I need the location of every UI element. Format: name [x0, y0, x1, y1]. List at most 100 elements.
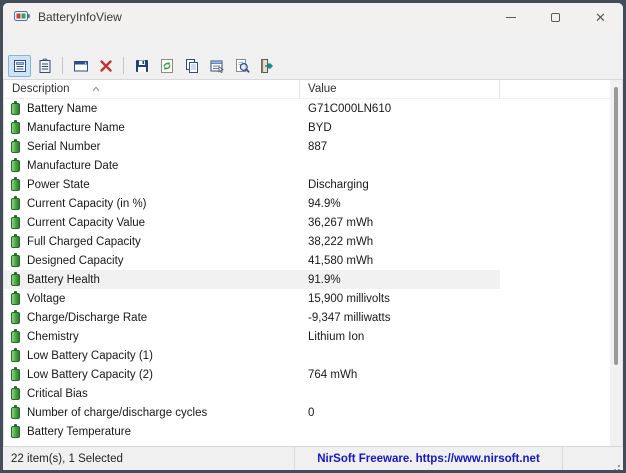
table-row[interactable]: Voltage 15,900 millivolts	[4, 289, 622, 308]
menu-item[interactable]	[77, 40, 95, 44]
description-cell: Voltage	[4, 289, 300, 308]
advanced-options-button[interactable]	[69, 55, 92, 77]
row-description: Battery Temperature	[27, 426, 131, 438]
battery-info-view-button[interactable]	[8, 55, 31, 77]
advanced-options-icon	[73, 58, 89, 74]
menu-item[interactable]	[41, 40, 59, 44]
description-cell: Charge/Discharge Rate	[4, 308, 300, 327]
copy-button[interactable]	[180, 55, 203, 77]
status-items-pane: 22 item(s), 1 Selected	[3, 447, 295, 470]
row-value: 41,580 mWh	[308, 255, 373, 267]
table-row[interactable]: Low Battery Capacity (1)	[4, 346, 622, 365]
toolbar-separator	[62, 57, 63, 74]
table-row[interactable]: Charge/Discharge Rate -9,347 milliwatts	[4, 308, 622, 327]
battery-icon	[11, 160, 20, 172]
save-icon	[134, 58, 150, 74]
value-cell	[300, 422, 500, 441]
table-row[interactable]: Manufacture Date	[4, 156, 622, 175]
battery-icon	[11, 103, 20, 115]
close-button[interactable]: ✕	[578, 3, 623, 31]
table-row[interactable]: Battery Name G71C000LN610	[4, 99, 622, 118]
delete-icon	[98, 58, 114, 74]
battery-icon	[11, 217, 20, 229]
description-cell: Designed Capacity	[4, 251, 300, 270]
resize-grip-icon[interactable]	[618, 465, 620, 467]
table-row[interactable]: Number of charge/discharge cycles 0	[4, 403, 622, 422]
battery-log-view-button[interactable]	[33, 55, 56, 77]
row-description: Current Capacity (in %)	[27, 198, 147, 210]
description-cell: Critical Bias	[4, 384, 300, 403]
minimize-button[interactable]	[488, 3, 533, 31]
column-header-value[interactable]: Value	[300, 80, 500, 98]
table-row[interactable]: Full Charged Capacity 38,222 mWh	[4, 232, 622, 251]
menu-item[interactable]	[23, 40, 41, 44]
menu-item[interactable]	[5, 40, 23, 44]
exit-button[interactable]	[255, 55, 278, 77]
delete-button[interactable]	[94, 55, 117, 77]
row-description: Serial Number	[27, 141, 101, 153]
description-cell: Battery Name	[4, 99, 300, 118]
row-value: 38,222 mWh	[308, 236, 373, 248]
table-row[interactable]: Chemistry Lithium Ion	[4, 327, 622, 346]
value-cell: Discharging	[300, 175, 500, 194]
nirsoft-link[interactable]: NirSoft Freeware. https://www.nirsoft.ne…	[317, 453, 540, 465]
battery-info-view-icon	[12, 58, 28, 74]
description-cell: Power State	[4, 175, 300, 194]
description-cell: Battery Temperature	[4, 422, 300, 441]
battery-icon	[11, 179, 20, 191]
table-row[interactable]: Designed Capacity 41,580 mWh	[4, 251, 622, 270]
column-header-value-label: Value	[308, 83, 337, 95]
row-value: 887	[308, 141, 327, 153]
description-cell: Low Battery Capacity (2)	[4, 365, 300, 384]
refresh-button[interactable]	[155, 55, 178, 77]
description-cell: Manufacture Name	[4, 118, 300, 137]
value-cell: 91.9%	[300, 270, 500, 289]
value-cell: -9,347 milliwatts	[300, 308, 500, 327]
toolbar	[3, 52, 623, 80]
menu-item[interactable]	[59, 40, 77, 44]
save-button[interactable]	[130, 55, 153, 77]
row-description: Low Battery Capacity (1)	[27, 350, 153, 362]
value-cell: 887	[300, 137, 500, 156]
description-cell: Current Capacity (in %)	[4, 194, 300, 213]
maximize-icon	[551, 13, 560, 22]
table-row[interactable]: Current Capacity (in %) 94.9%	[4, 194, 622, 213]
find-icon	[234, 58, 250, 74]
app-window: BatteryInfoView ✕	[0, 0, 626, 473]
window-title: BatteryInfoView	[38, 10, 122, 24]
value-cell	[300, 384, 500, 403]
battery-icon	[11, 122, 20, 134]
row-description: Manufacture Name	[27, 122, 125, 134]
column-header-description[interactable]: Description	[4, 80, 300, 98]
scrollbar-thumb[interactable]	[614, 87, 618, 365]
table-row[interactable]: Serial Number 887	[4, 137, 622, 156]
properties-button[interactable]	[205, 55, 228, 77]
row-description: Voltage	[27, 293, 65, 305]
row-value: Lithium Ion	[308, 331, 364, 343]
description-cell: Current Capacity Value	[4, 213, 300, 232]
row-description: Critical Bias	[27, 388, 88, 400]
table-row[interactable]: Critical Bias	[4, 384, 622, 403]
value-cell: BYD	[300, 118, 500, 137]
description-cell: Chemistry	[4, 327, 300, 346]
row-description: Full Charged Capacity	[27, 236, 141, 248]
table-row[interactable]: Manufacture Name BYD	[4, 118, 622, 137]
copy-icon	[184, 58, 200, 74]
battery-log-view-icon	[37, 58, 53, 74]
table-row[interactable]: Power State Discharging	[4, 175, 622, 194]
row-value: 36,267 mWh	[308, 217, 373, 229]
battery-icon	[11, 407, 20, 419]
table-row[interactable]: Current Capacity Value 36,267 mWh	[4, 213, 622, 232]
list-body: Battery Name G71C000LN610 Manufacture Na…	[4, 99, 622, 441]
row-value: 91.9%	[308, 274, 341, 286]
table-row[interactable]: Battery Health 91.9%	[4, 270, 622, 289]
table-row[interactable]: Battery Temperature	[4, 422, 622, 441]
table-row[interactable]: Low Battery Capacity (2) 764 mWh	[4, 365, 622, 384]
close-icon: ✕	[595, 11, 606, 24]
maximize-button[interactable]	[533, 3, 578, 31]
battery-icon	[11, 331, 20, 343]
find-button[interactable]	[230, 55, 253, 77]
description-cell: Low Battery Capacity (1)	[4, 346, 300, 365]
vertical-scrollbar[interactable]	[610, 80, 622, 446]
properties-icon	[209, 58, 225, 74]
